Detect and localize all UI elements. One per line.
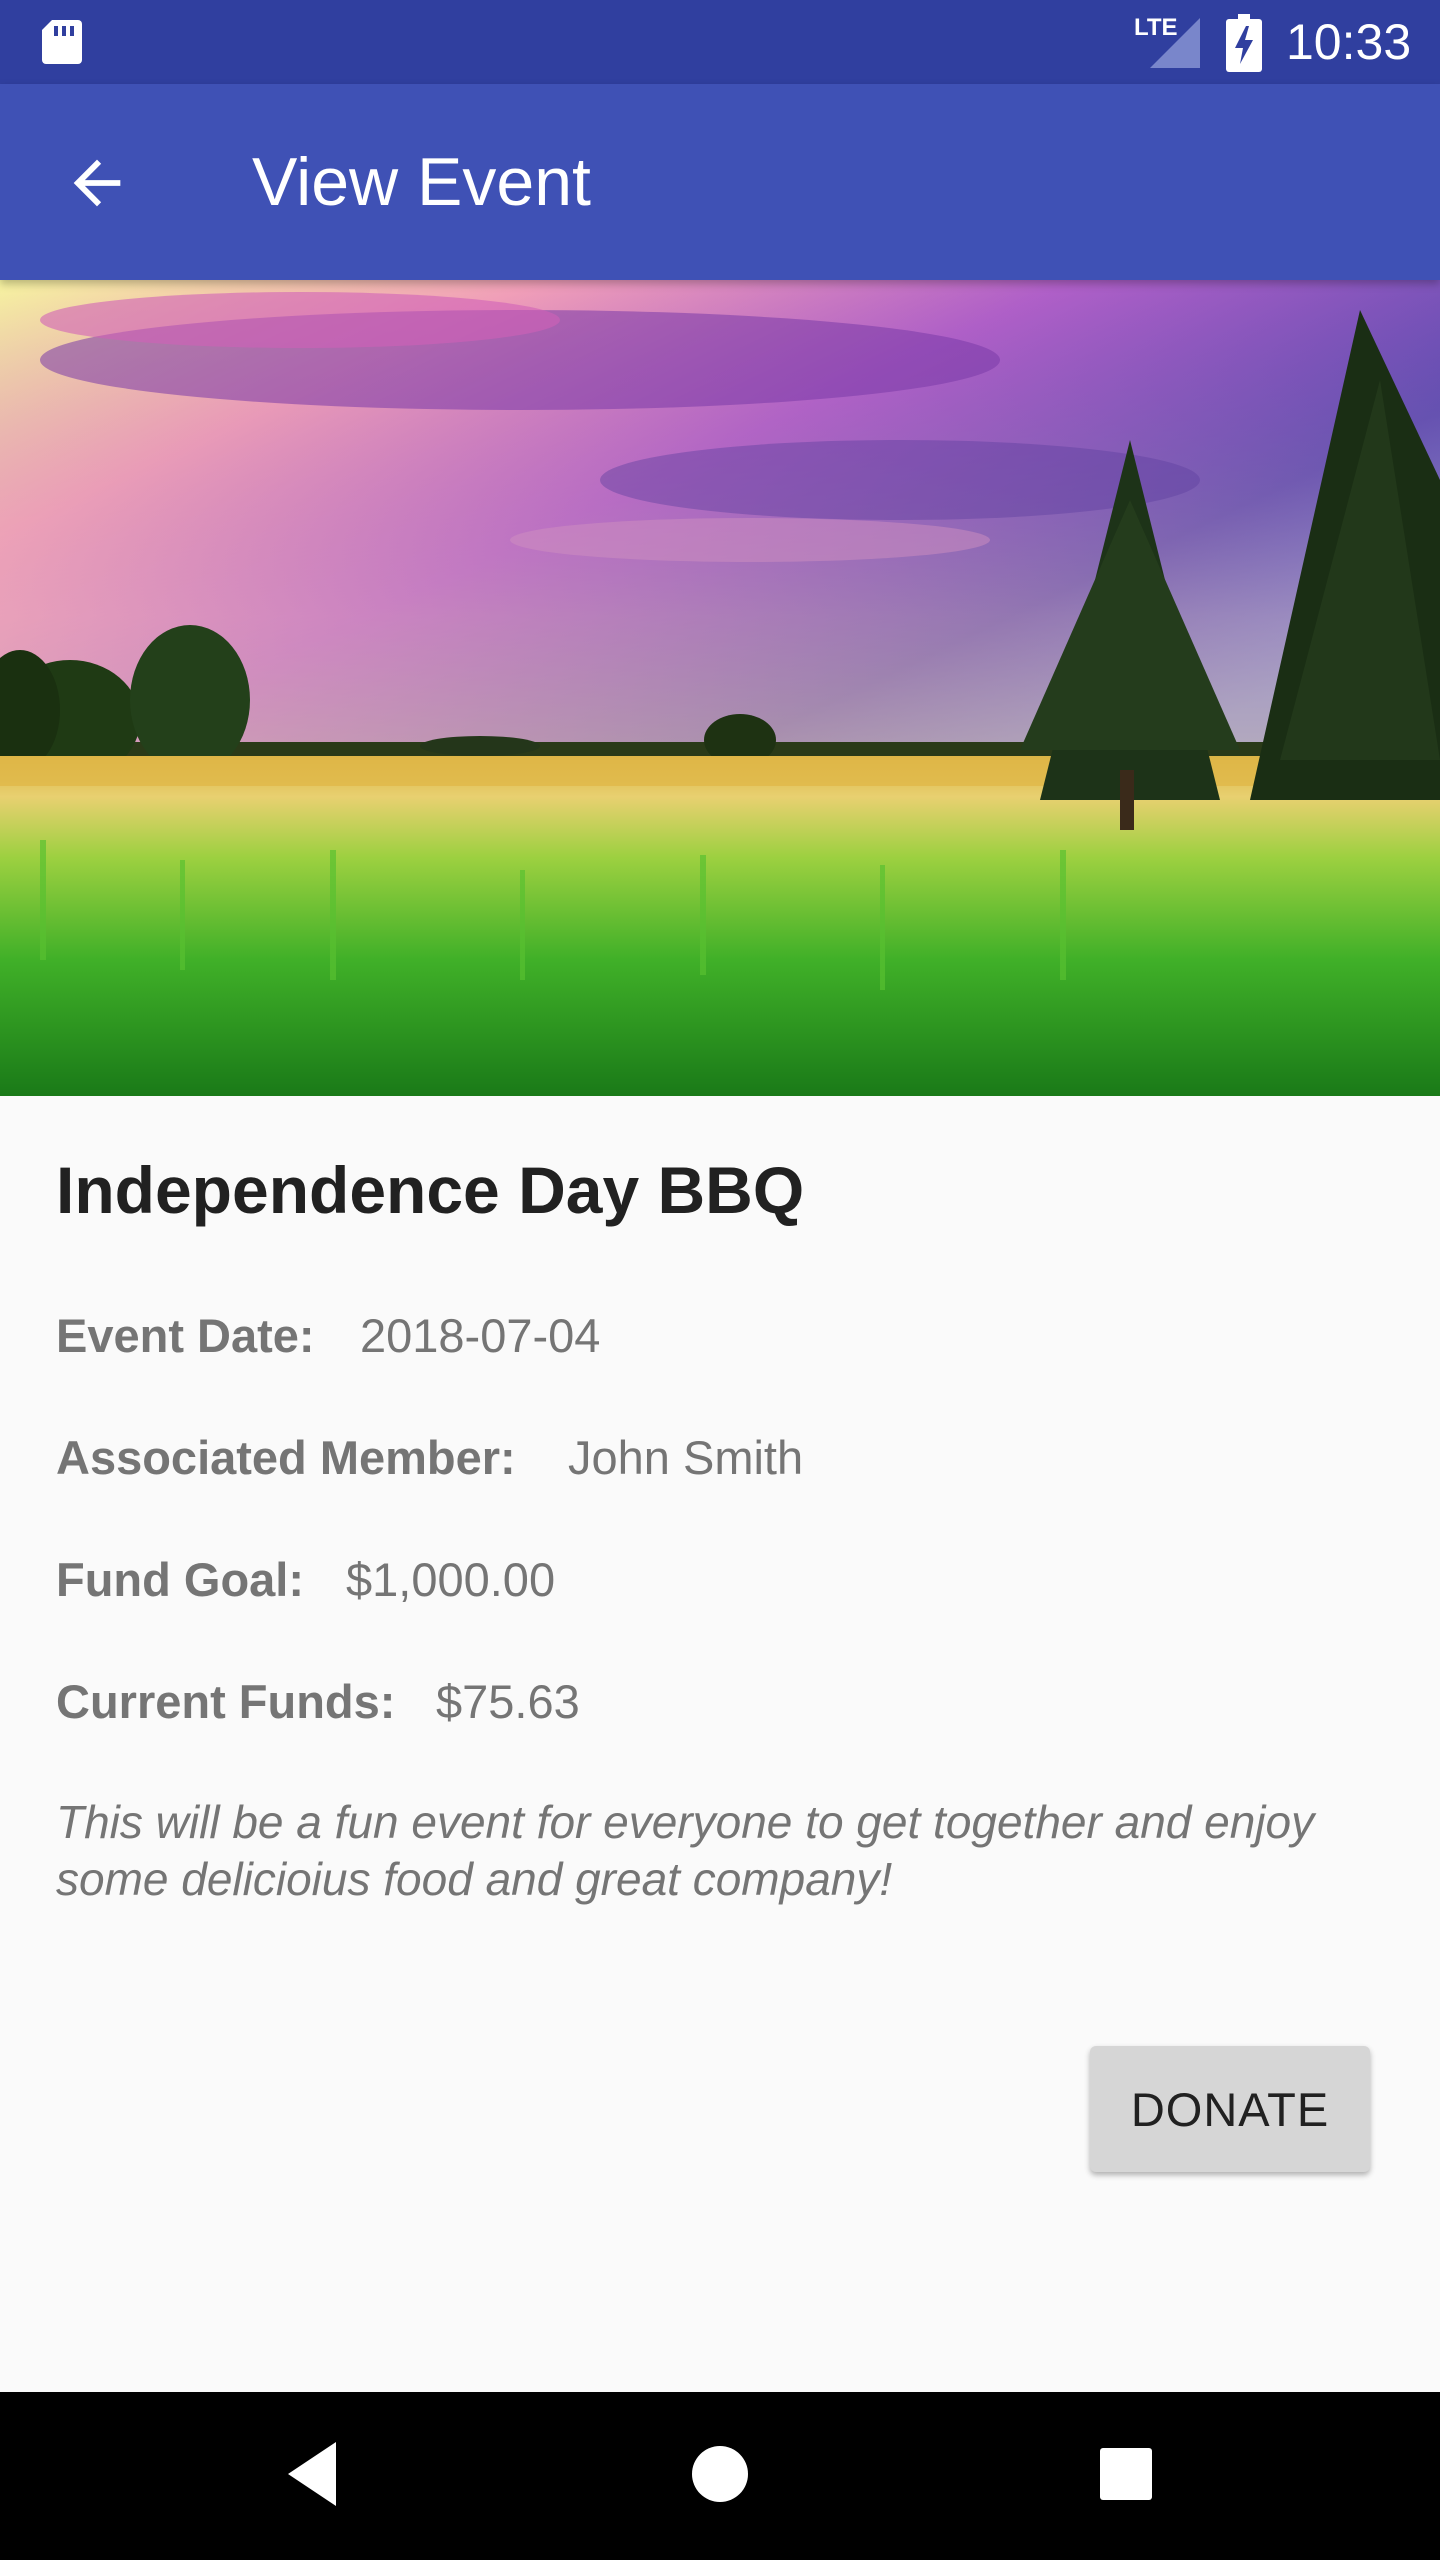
event-title: Independence Day BBQ bbox=[56, 1153, 805, 1227]
associated-member-row: Associated Member: John Smith bbox=[56, 1428, 803, 1488]
fund-goal-label: Fund Goal: bbox=[56, 1553, 305, 1606]
battery-charging-icon bbox=[1226, 14, 1262, 72]
fund-goal-row: Fund Goal: $1,000.00 bbox=[56, 1550, 555, 1610]
page-title: View Event bbox=[252, 144, 591, 220]
status-time: 10:33 bbox=[1286, 14, 1412, 70]
event-date-value: 2018-07-04 bbox=[360, 1309, 601, 1362]
app-bar: View Event bbox=[0, 84, 1440, 280]
back-button[interactable] bbox=[48, 134, 148, 234]
landscape-photo bbox=[0, 280, 1440, 1096]
nav-recents-icon[interactable] bbox=[1086, 2434, 1166, 2514]
current-funds-label: Current Funds: bbox=[56, 1675, 396, 1728]
nav-home-icon[interactable] bbox=[680, 2434, 760, 2514]
event-hero-image bbox=[0, 280, 1440, 1096]
associated-member-value: John Smith bbox=[568, 1431, 804, 1484]
event-date-label: Event Date: bbox=[56, 1309, 315, 1362]
status-bar: LTE 10:33 bbox=[0, 0, 1440, 84]
donate-button[interactable]: DONATE bbox=[1090, 2046, 1370, 2172]
event-date-row: Event Date: 2018-07-04 bbox=[56, 1306, 600, 1366]
current-funds-value: $75.63 bbox=[436, 1675, 580, 1728]
current-funds-row: Current Funds: $75.63 bbox=[56, 1672, 580, 1732]
fund-goal-value: $1,000.00 bbox=[346, 1553, 556, 1606]
associated-member-label: Associated Member: bbox=[56, 1431, 516, 1484]
nav-back-icon[interactable] bbox=[276, 2434, 356, 2514]
sd-card-icon bbox=[42, 20, 82, 64]
arrow-back-icon bbox=[73, 159, 121, 207]
signal-icon bbox=[1150, 18, 1200, 68]
system-navigation-bar bbox=[0, 2392, 1440, 2560]
event-description: This will be a fun event for everyone to… bbox=[56, 1796, 1315, 1905]
